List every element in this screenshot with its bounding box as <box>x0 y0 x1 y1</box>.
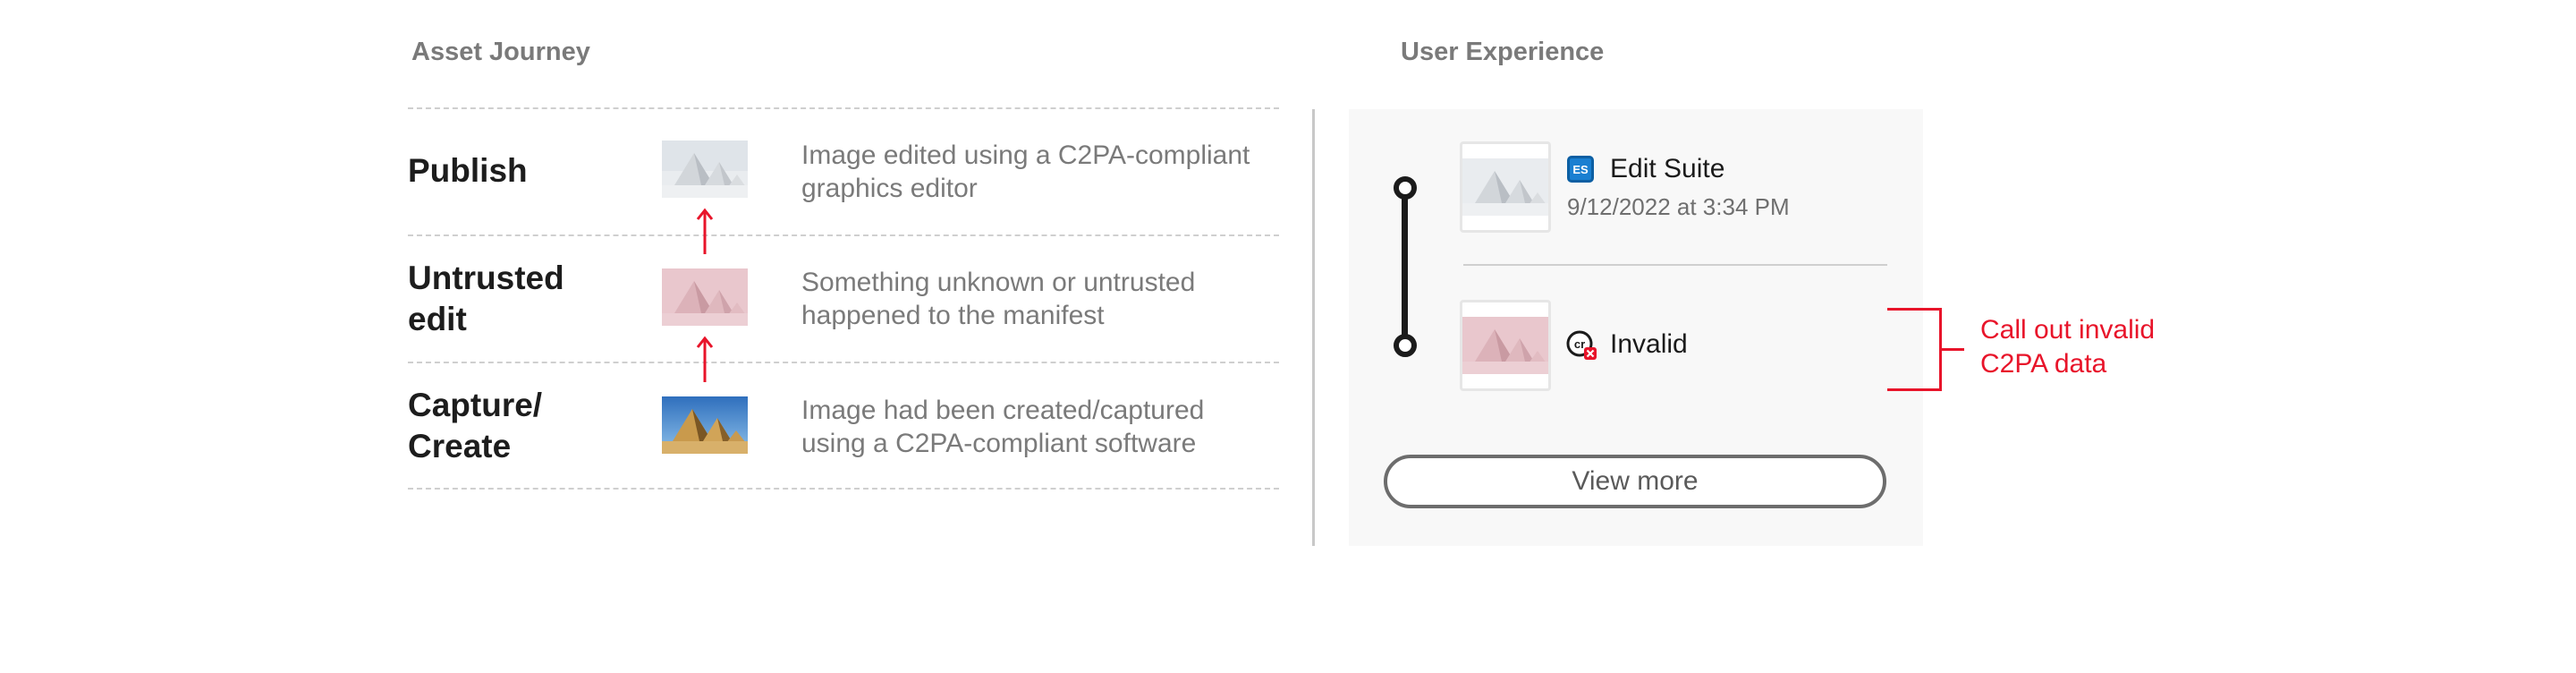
entry-separator <box>1463 264 1887 266</box>
journey-divider-top <box>408 107 1279 109</box>
asset-journey-title: Asset Journey <box>411 38 590 66</box>
stage-label-publish: Publish <box>408 152 528 189</box>
callout-bracket-bottom <box>1887 388 1941 391</box>
faded-pyramids-image <box>662 141 748 198</box>
stage-description-publish: Image edited using a C2PA-compliant grap… <box>801 141 1250 203</box>
journey-divider-bottom <box>408 488 1279 490</box>
timeline-node <box>1394 176 1417 200</box>
entry-thumbnail[interactable] <box>1460 300 1551 391</box>
stage-description-capture-create: Image had been created/captured using a … <box>801 396 1205 458</box>
original-pyramids-image <box>662 396 748 454</box>
content-credentials-invalid-icon: cr <box>1566 330 1597 360</box>
pink-pyramids-image <box>1462 317 1548 374</box>
timeline-line <box>1402 188 1408 345</box>
view-more-button[interactable]: View more <box>1384 455 1886 508</box>
up-arrow-icon <box>696 336 714 382</box>
entry-date: 9/12/2022 at 3:34 PM <box>1567 193 1790 220</box>
journey-divider <box>408 362 1279 363</box>
stage-label-untrusted-edit: Untrusted edit <box>408 260 564 337</box>
stage-description-untrusted-edit: Something unknown or untrusted happened … <box>801 268 1196 330</box>
user-experience-title: User Experience <box>1401 38 1605 66</box>
journey-divider <box>408 234 1279 236</box>
callout-note: Call out invalid C2PA data <box>1980 315 2156 379</box>
faded-pyramids-image <box>1462 158 1548 216</box>
svg-text:cr: cr <box>1574 337 1585 351</box>
callout-bracket-top <box>1887 308 1941 311</box>
up-arrow-icon <box>696 208 714 254</box>
entry-app-name[interactable]: Edit Suite <box>1610 154 1724 184</box>
pink-pyramids-image <box>662 268 748 326</box>
stage-label-capture-create: Capture/ Create <box>408 387 543 464</box>
entry-status-invalid[interactable]: Invalid <box>1610 329 1688 360</box>
timeline-node <box>1394 334 1417 357</box>
edit-suite-icon: ES <box>1567 156 1594 183</box>
callout-bracket-pointer <box>1941 348 1964 351</box>
section-divider <box>1312 109 1315 546</box>
entry-thumbnail[interactable] <box>1460 141 1551 233</box>
